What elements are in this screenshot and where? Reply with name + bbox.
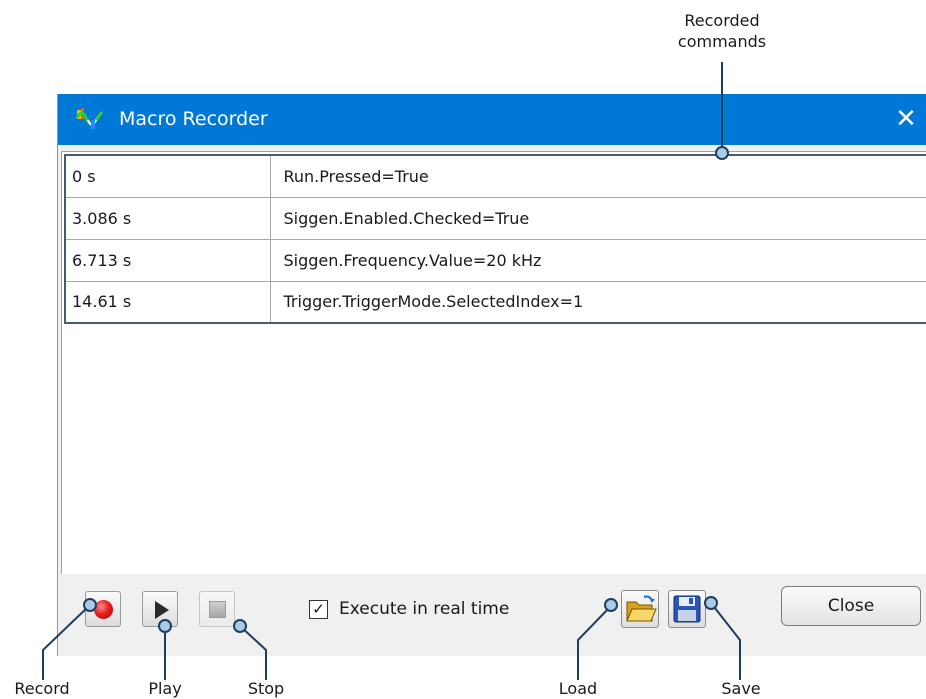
command-cell: Run.Pressed=True — [269, 154, 926, 198]
app-waveform-icon — [75, 108, 104, 129]
table-row[interactable]: 14.61 s Trigger.TriggerMode.SelectedInde… — [64, 280, 926, 324]
time-cell: 3.086 s — [64, 196, 271, 240]
recorded-commands-table: 0 s Run.Pressed=True 3.086 s Siggen.Enab… — [64, 154, 926, 324]
time-cell: 0 s — [64, 154, 271, 198]
load-button[interactable] — [621, 590, 659, 628]
recorded-commands-list[interactable]: 0 s Run.Pressed=True 3.086 s Siggen.Enab… — [61, 151, 926, 574]
table-row[interactable]: 0 s Run.Pressed=True — [64, 154, 926, 198]
record-icon — [94, 600, 113, 619]
execute-realtime-checkbox[interactable]: ✓ — [309, 600, 328, 619]
execute-realtime-label[interactable]: Execute in real time — [339, 598, 509, 621]
save-button[interactable] — [668, 590, 706, 628]
window-content: 0 s Run.Pressed=True 3.086 s Siggen.Enab… — [58, 145, 926, 656]
macro-recorder-window: Macro Recorder ✕ 0 s Run.Pressed=True 3.… — [57, 94, 926, 656]
recorded-commands-callout: Recorded commands — [655, 10, 789, 52]
record-button[interactable] — [85, 591, 121, 627]
command-cell: Trigger.TriggerMode.SelectedIndex=1 — [269, 280, 926, 324]
time-cell: 14.61 s — [64, 280, 271, 324]
window-close-icon[interactable]: ✕ — [886, 94, 926, 145]
table-row[interactable]: 6.713 s Siggen.Frequency.Value=20 kHz — [64, 238, 926, 282]
stop-icon — [209, 601, 226, 618]
time-cell: 6.713 s — [64, 238, 271, 282]
command-cell: Siggen.Enabled.Checked=True — [269, 196, 926, 240]
window-title: Macro Recorder — [119, 108, 268, 130]
table-row[interactable]: 3.086 s Siggen.Enabled.Checked=True — [64, 196, 926, 240]
title-bar[interactable]: Macro Recorder ✕ — [58, 94, 926, 145]
folder-open-icon — [626, 595, 657, 622]
floppy-disk-icon — [673, 595, 701, 623]
play-button[interactable] — [142, 591, 178, 627]
command-cell: Siggen.Frequency.Value=20 kHz — [269, 238, 926, 282]
callout-line2: commands — [677, 32, 767, 51]
stop-button[interactable] — [199, 591, 235, 627]
callout-line1: Recorded — [684, 11, 760, 30]
close-button[interactable]: Close — [781, 586, 921, 626]
play-icon — [155, 601, 169, 619]
